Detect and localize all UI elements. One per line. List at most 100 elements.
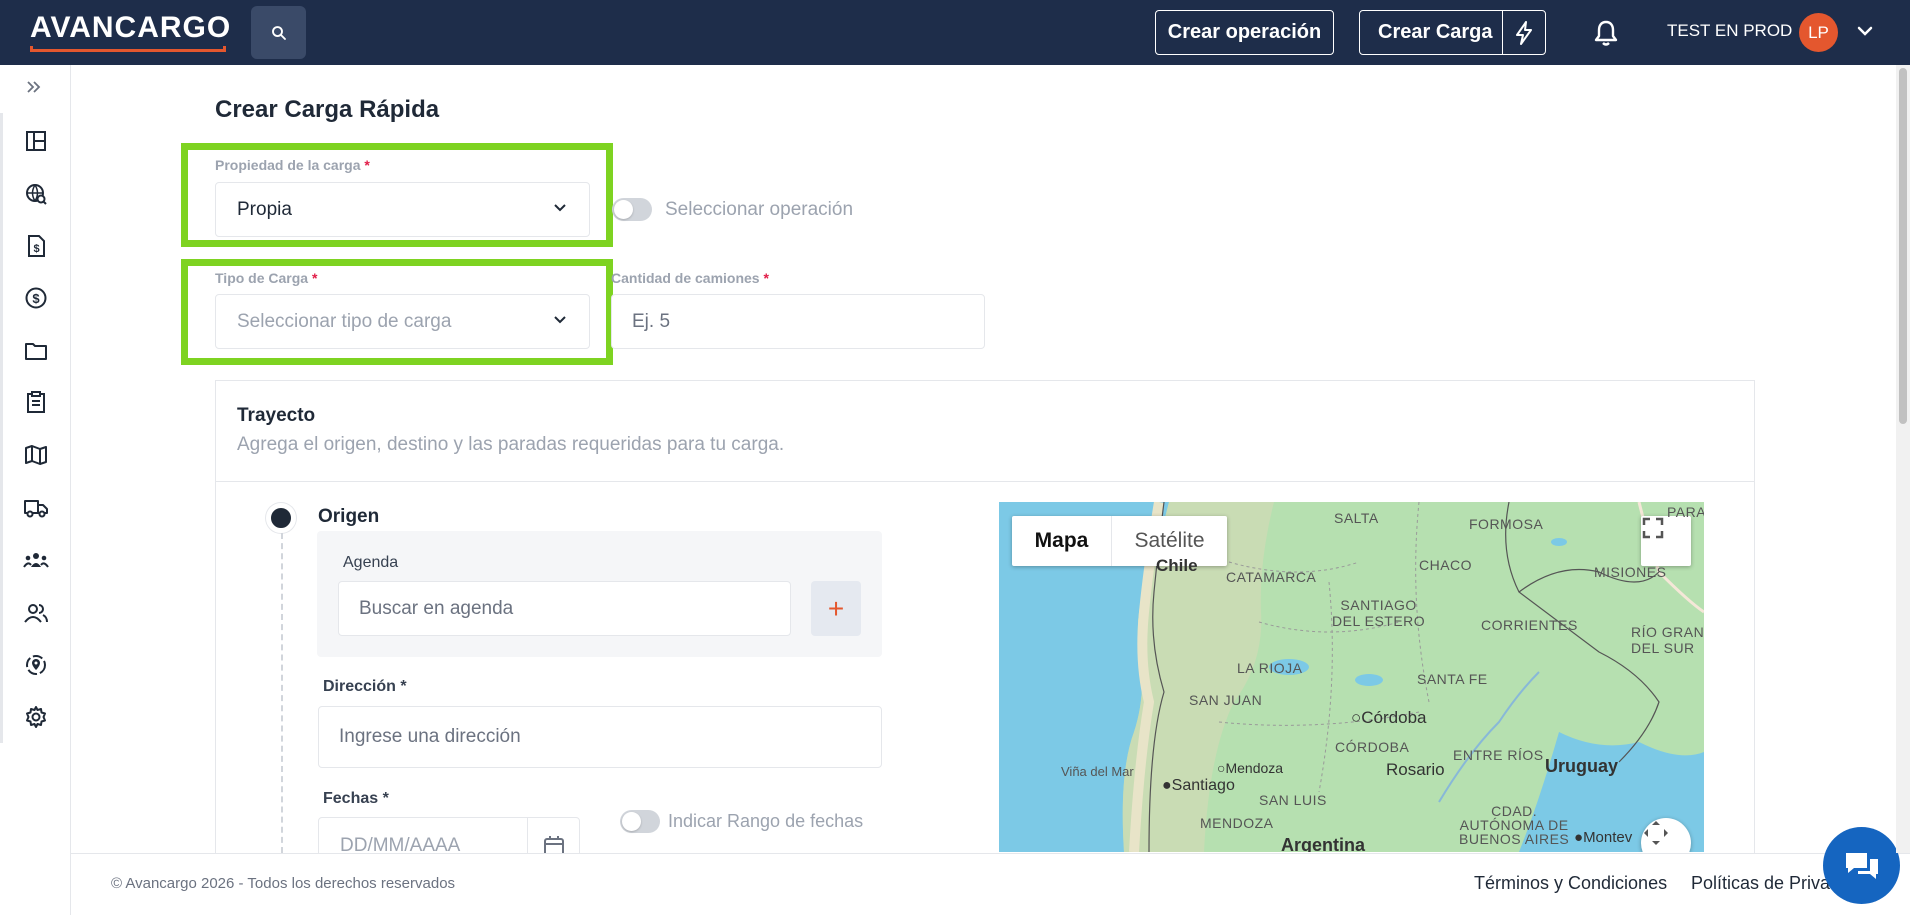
sidebar-item-documents[interactable] <box>22 337 50 365</box>
map-label: SALTA <box>1334 510 1379 526</box>
map-label: SANTIAGO DEL ESTERO <box>1332 597 1426 629</box>
sidebar-item-users[interactable] <box>22 599 50 627</box>
chevron-down-icon <box>554 204 566 212</box>
chevron-down-icon <box>1857 26 1873 36</box>
map-label: CDAD. AUTÓNOMA DE BUENOS AIRES <box>1459 803 1570 847</box>
map-label: PARA <box>1667 504 1704 520</box>
map-label: FORMOSA <box>1469 516 1544 532</box>
propiedad-label: Propiedad de la carga * <box>215 157 370 173</box>
folder-icon <box>25 343 47 360</box>
crear-carga-button[interactable]: Crear Carga <box>1360 21 1502 44</box>
agenda-search-input[interactable]: Buscar en agenda <box>338 581 791 636</box>
route-connector <box>281 533 283 853</box>
dashboard-icon <box>26 131 46 151</box>
sidebar-item-settings[interactable] <box>22 703 50 731</box>
politicas-link[interactable]: Políticas de Privac <box>1691 873 1839 894</box>
cantidad-camiones-input[interactable]: Ej. 5 <box>611 294 985 349</box>
map-fullscreen-button[interactable] <box>1641 516 1691 566</box>
map-label: SANTA FE <box>1417 671 1488 687</box>
quick-carga-button[interactable] <box>1503 20 1545 45</box>
team-icon <box>23 553 49 568</box>
user-menu-button[interactable] <box>1857 24 1873 42</box>
map-label: ○Mendoza <box>1217 760 1284 776</box>
double-chevron-right-icon <box>27 81 41 93</box>
sidebar-item-tracking[interactable] <box>22 180 50 208</box>
chevron-down-icon <box>554 316 566 324</box>
copyright-text: © Avancargo 2026 - Todos los derechos re… <box>111 875 456 892</box>
logo-underline <box>30 46 226 52</box>
fullscreen-icon <box>1642 517 1664 539</box>
fechas-label: Fechas * <box>323 790 389 807</box>
dollar-circle-icon: $ <box>25 287 47 309</box>
location-target-icon <box>26 655 46 675</box>
sidebar-item-invoices[interactable]: $ <box>22 232 50 260</box>
map-label: ●Santiago <box>1162 777 1235 794</box>
sidebar-item-teams[interactable] <box>22 546 50 574</box>
crear-carga-button-group: Crear Carga <box>1359 10 1546 55</box>
footer: © Avancargo 2026 - Todos los derechos re… <box>71 853 1910 915</box>
avatar[interactable]: LP <box>1799 13 1838 52</box>
add-agenda-button[interactable]: + <box>811 581 861 636</box>
map-label: MENDOZA <box>1200 815 1274 831</box>
map-label: ENTRE RÍOS <box>1453 747 1544 763</box>
tipo-carga-select[interactable]: Seleccionar tipo de carga <box>215 294 590 349</box>
search-icon <box>271 25 286 40</box>
scrollbar-thumb[interactable] <box>1899 68 1907 424</box>
plus-icon: + <box>827 592 845 624</box>
page-scrollbar[interactable] <box>1896 65 1910 853</box>
map-label: CHACO <box>1419 557 1473 573</box>
svg-text:$: $ <box>32 291 40 306</box>
rango-fechas-toggle[interactable] <box>620 810 660 833</box>
map-label: Viña del Mar <box>1061 764 1134 779</box>
sidebar-expand-button[interactable] <box>26 78 42 99</box>
trayecto-subtitle: Agrega el origen, destino y las paradas … <box>237 434 785 455</box>
sidebar-item-payments[interactable]: $ <box>22 284 50 312</box>
svg-text:$: $ <box>33 243 39 255</box>
tipo-label: Tipo de Carga * <box>215 270 318 286</box>
propiedad-value: Propia <box>237 198 292 220</box>
clipboard-icon <box>27 391 45 413</box>
sidebar-item-dashboard[interactable] <box>22 127 50 155</box>
page-title: Crear Carga Rápida <box>215 96 440 123</box>
logo[interactable]: AVANCARGO <box>30 11 231 45</box>
rango-fechas-label: Indicar Rango de fechas <box>668 811 864 831</box>
trayecto-header: Trayecto Agrega el origen, destino y las… <box>216 381 1754 482</box>
users-icon <box>24 604 48 623</box>
map-label: CATAMARCA <box>1226 569 1317 585</box>
terminos-link[interactable]: Términos y Condiciones <box>1474 873 1667 894</box>
direccion-label: Dirección * <box>323 678 407 695</box>
agenda-label: Agenda <box>343 554 399 571</box>
map-label: RÍO GRAN DEL SUR <box>1631 624 1704 656</box>
notifications-button[interactable] <box>1593 19 1619 52</box>
map-label: CORRIENTES <box>1481 617 1578 633</box>
sidebar: $ $ <box>0 65 71 915</box>
move-arrows-icon <box>1644 821 1668 845</box>
search-button[interactable] <box>251 6 306 59</box>
map-tab-mapa[interactable]: Mapa <box>1012 516 1112 566</box>
bell-icon <box>1594 20 1618 46</box>
top-bar: AVANCARGO Crear operación Crear Carga TE… <box>0 0 1910 65</box>
propiedad-select[interactable]: Propia <box>215 182 590 237</box>
direccion-input[interactable]: Ingrese una dirección <box>318 706 882 768</box>
map-label: ●Montev <box>1574 829 1633 846</box>
map-icon <box>25 445 47 465</box>
origin-marker <box>266 503 296 533</box>
map-label: SAN JUAN <box>1189 692 1263 708</box>
map[interactable]: Mapa Satélite SALTA FORMOSA PARA Chile C… <box>999 502 1704 852</box>
lightning-icon <box>1516 20 1533 45</box>
globe-search-icon <box>26 184 47 205</box>
tipo-placeholder: Seleccionar tipo de carga <box>237 310 452 332</box>
map-label: LA RIOJA <box>1237 660 1303 676</box>
invoice-icon: $ <box>28 235 45 257</box>
sidebar-item-orders[interactable] <box>22 388 50 416</box>
crear-operacion-button[interactable]: Crear operación <box>1155 10 1334 55</box>
seleccionar-operacion-toggle[interactable] <box>612 198 652 221</box>
cantidad-label: Cantidad de camiones * <box>611 270 769 286</box>
sidebar-item-fleet[interactable] <box>22 494 50 522</box>
user-name[interactable]: TEST EN PROD <box>1667 21 1792 41</box>
map-label: MISIONES <box>1594 564 1667 580</box>
gear-icon <box>26 706 46 728</box>
chat-button[interactable] <box>1823 827 1900 904</box>
sidebar-item-map[interactable] <box>22 441 50 469</box>
sidebar-item-locations[interactable] <box>22 651 50 679</box>
